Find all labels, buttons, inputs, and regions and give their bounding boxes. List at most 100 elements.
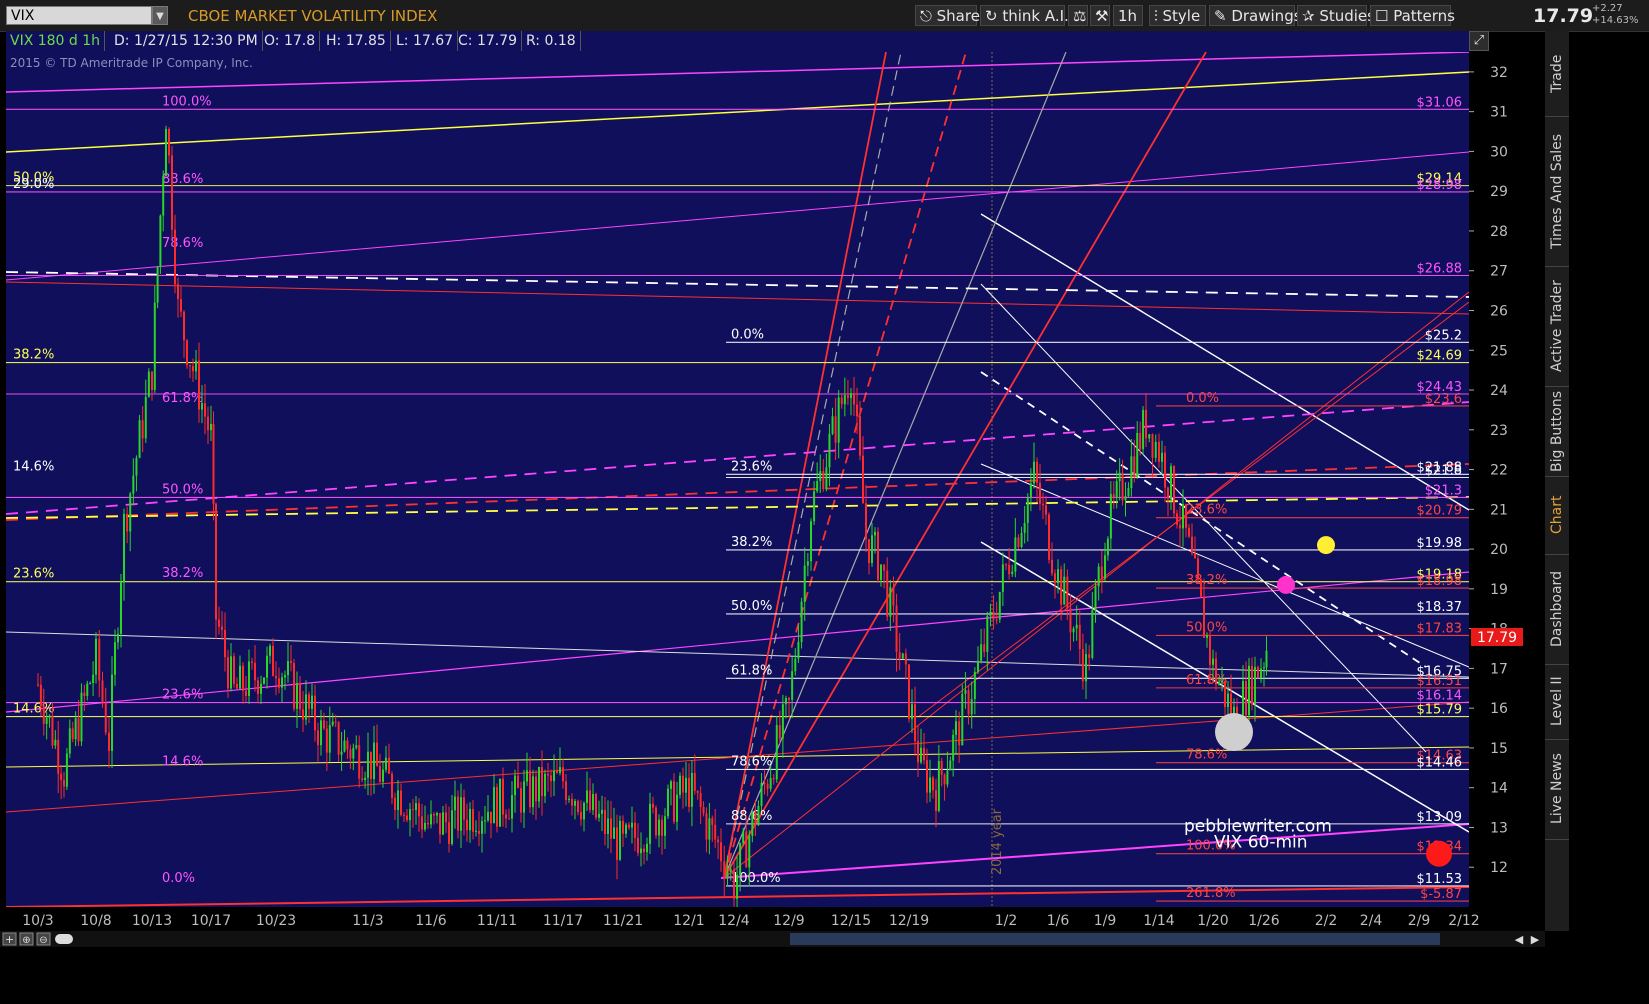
candle-body-137 <box>445 812 447 823</box>
bar-range: R: 0.18 <box>522 31 581 51</box>
candle-body-318 <box>992 611 995 620</box>
y-tick-label-19: 31 <box>1490 105 1508 121</box>
price-level-label-15: $18.37 <box>1417 600 1463 615</box>
side-tab-chart[interactable]: Chart <box>1545 476 1569 555</box>
candle-body-180 <box>574 800 576 806</box>
x-tick-label-7: 11/11 <box>477 913 517 929</box>
candle-body-223 <box>702 807 705 814</box>
candle-body-331 <box>1033 461 1035 484</box>
candle-body-28 <box>120 581 122 634</box>
candle-body-277 <box>868 539 870 564</box>
toolbar-button-0[interactable]: ⎋ Share <box>915 5 980 26</box>
toolbar-button-4[interactable]: 1h <box>1113 5 1143 26</box>
candle-body-379 <box>1179 524 1181 529</box>
candle-body-392 <box>1218 682 1220 685</box>
candle-body-0 <box>37 684 39 686</box>
candle-body-169 <box>541 766 543 797</box>
candle-body-311 <box>970 699 973 715</box>
bar-close: C: 17.79 <box>454 31 523 51</box>
zoom-controls[interactable]: + ⊕ ⊖ <box>2 932 73 946</box>
candle-body-335 <box>1045 505 1047 515</box>
toolbar-button-6[interactable]: ✎ Drawings <box>1209 5 1302 26</box>
side-tab-level-ii[interactable]: Level II <box>1545 664 1569 740</box>
candle-body-245 <box>769 778 772 789</box>
candle-body-361 <box>1124 496 1127 501</box>
candle-body-179 <box>571 798 573 806</box>
price-axis[interactable]: 1213141516171819202122232425262728293031… <box>1469 52 1531 907</box>
candle-body-78 <box>269 645 271 656</box>
candle-body-146 <box>472 809 474 832</box>
chart-scrollbar[interactable]: + ⊕ ⊖ ◀ ▶ <box>0 931 1545 947</box>
candle-body-396 <box>1230 693 1232 717</box>
price-chart[interactable]: $31.06$29.14$28.98$26.88$25.2$24.69$23.6… <box>5 51 1470 914</box>
candle-body-296 <box>926 760 928 793</box>
side-tab-big-buttons[interactable]: Big Buttons <box>1545 386 1569 477</box>
candle-body-211 <box>667 788 669 817</box>
candle-body-405 <box>1257 666 1259 678</box>
toolbar-button-5[interactable]: ⫶ Style <box>1149 5 1206 26</box>
annotation-1: VIX 60-min <box>1214 832 1308 852</box>
candle-body-115 <box>379 766 381 782</box>
candle-body-319 <box>995 619 998 621</box>
candle-body-339 <box>1057 569 1059 584</box>
candle-body-336 <box>1048 514 1050 560</box>
fib-label-3-1: 23.6% <box>731 459 772 474</box>
candle-body-269 <box>843 395 846 405</box>
candle-body-263 <box>825 467 828 490</box>
candle-body-362 <box>1127 488 1130 497</box>
candle-body-25 <box>111 674 113 751</box>
chart-plot-area[interactable]: $31.06 $29.14 $28.98 $26.88 $25.2 $24.69 $23.6… <box>5 51 1470 914</box>
candle-body-332 <box>1036 461 1038 483</box>
candle-body-12 <box>71 728 74 740</box>
candle-body-97 <box>325 728 328 753</box>
trendline-15 <box>723 51 1067 879</box>
toolbar-button-8[interactable]: ☐ Patterns <box>1370 5 1455 26</box>
time-axis[interactable]: 10/3 10/8 10/13 10/17 10/23 11/3 11/6 11/11 11/1… <box>0 907 1531 931</box>
expand-chart-button[interactable]: ⤢ <box>1469 31 1489 51</box>
trendline-10 <box>980 213 1470 511</box>
candle-body-254 <box>797 641 800 659</box>
candle-body-330 <box>1029 483 1032 498</box>
toolbar-button-1[interactable]: ↻ think A.I. <box>980 5 1069 26</box>
svg-text:⊖: ⊖ <box>39 935 47 946</box>
candle-body-80 <box>275 675 277 679</box>
candle-body-32 <box>132 475 135 494</box>
candle-body-65 <box>230 656 232 689</box>
price-level-label-26: $-5.87 <box>1420 887 1462 902</box>
toolbar-button-3[interactable]: ⚒ <box>1090 5 1110 26</box>
candle-body-324 <box>1011 571 1014 575</box>
candle-body-67 <box>236 683 238 689</box>
fib-label-4-2: 38.2% <box>1186 573 1227 588</box>
candle-body-173 <box>553 771 555 782</box>
series-label[interactable]: VIX 180 d 1h <box>6 31 106 51</box>
candle-body-26 <box>114 642 116 675</box>
side-tab-trade[interactable]: Trade <box>1545 31 1569 117</box>
candle-body-267 <box>837 397 840 443</box>
scroll-left-icon: ◀ <box>1515 933 1524 946</box>
side-tab-times-and-sales[interactable]: Times And Sales <box>1545 116 1569 267</box>
candle-body-1 <box>39 684 42 707</box>
candle-body-233 <box>733 869 735 899</box>
candle-body-154 <box>496 787 498 827</box>
candle-body-282 <box>883 564 886 571</box>
candle-body-18 <box>89 683 92 685</box>
candle-body-111 <box>367 751 369 778</box>
side-tab-live-news[interactable]: Live News <box>1545 739 1569 840</box>
fib-label-3-5: 78.6% <box>731 754 772 769</box>
toolbar-button-2[interactable]: ⚖ <box>1068 5 1088 26</box>
candle-body-62 <box>221 626 223 630</box>
candle-body-54 <box>198 360 200 410</box>
candle-body-143 <box>463 797 465 820</box>
candle-body-34 <box>138 420 141 458</box>
price-level-label-12: $19.98 <box>1417 536 1463 551</box>
symbol-dropdown-icon[interactable]: ▼ <box>152 6 168 25</box>
candle-body-125 <box>409 809 411 821</box>
candle-body-90 <box>305 694 307 720</box>
side-tab-active-trader[interactable]: Active Trader <box>1545 266 1569 387</box>
candle-body-306 <box>955 721 957 735</box>
x-tick-label-12: 12/9 <box>773 913 804 929</box>
candle-body-202 <box>640 848 642 854</box>
symbol-input[interactable]: VIX <box>6 6 152 25</box>
side-tab-dashboard[interactable]: Dashboard <box>1545 554 1569 665</box>
toolbar-button-7[interactable]: ✰ Studies <box>1297 5 1375 26</box>
